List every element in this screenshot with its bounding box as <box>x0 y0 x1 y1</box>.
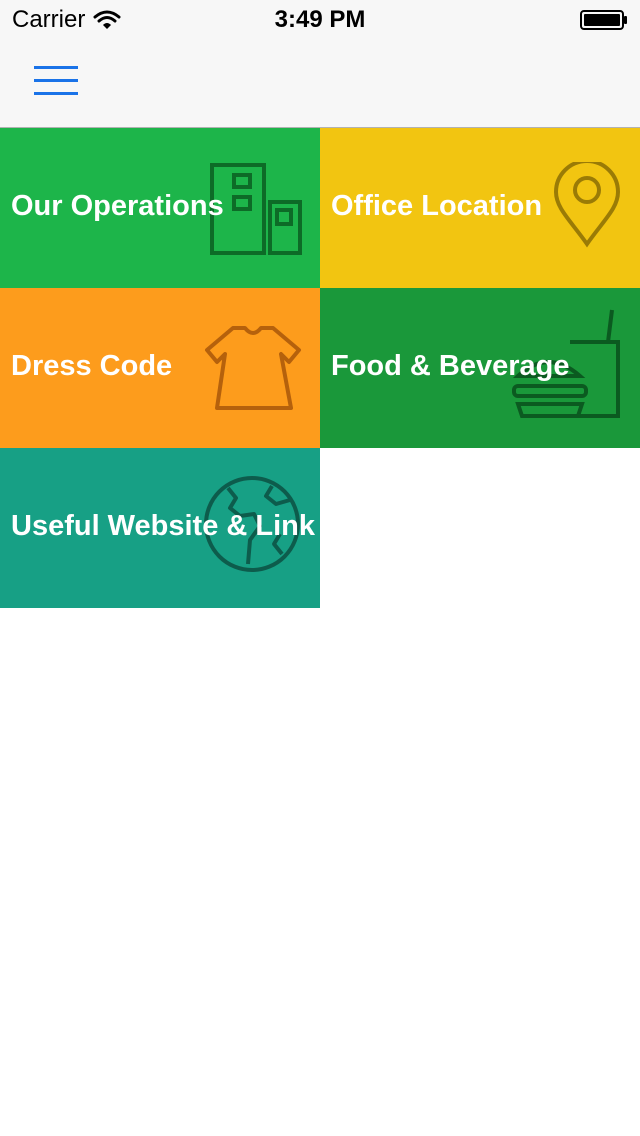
tile-dress-code[interactable]: Dress Code <box>0 288 320 448</box>
hamburger-menu-icon[interactable] <box>34 64 78 100</box>
status-time: 3:49 PM <box>274 6 366 33</box>
tile-label: Our Operations <box>11 190 224 222</box>
tile-office-location[interactable]: Office Location <box>320 128 640 288</box>
tile-food-beverage[interactable]: Food & Beverage <box>320 288 640 448</box>
tile-label: Food & Beverage <box>331 350 570 382</box>
status-bar: Carrier 3:49 PM <box>0 0 640 40</box>
battery-icon <box>580 10 627 30</box>
tile-label: Dress Code <box>11 350 173 382</box>
navigation-bar <box>0 40 640 128</box>
tile-our-operations[interactable]: Our Operations <box>0 128 320 288</box>
map-pin-icon <box>553 162 621 248</box>
tile-useful-website-link[interactable]: Useful Website & Link <box>0 448 320 608</box>
shirt-icon <box>205 326 301 410</box>
tile-label: Office Location <box>331 190 543 222</box>
tile-label: Useful Website & Link <box>11 510 316 542</box>
